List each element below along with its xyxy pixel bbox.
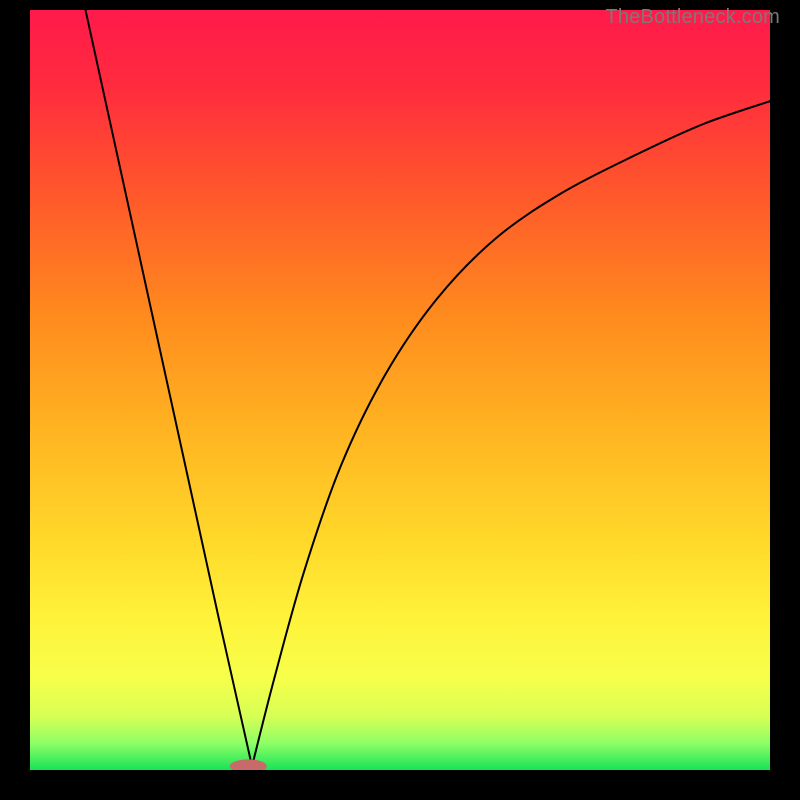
chart-svg bbox=[30, 10, 770, 770]
plot-area bbox=[30, 10, 770, 770]
watermark-text: TheBottleneck.com bbox=[605, 6, 780, 29]
chart-frame: TheBottleneck.com bbox=[0, 0, 800, 800]
gradient-background bbox=[30, 10, 770, 770]
